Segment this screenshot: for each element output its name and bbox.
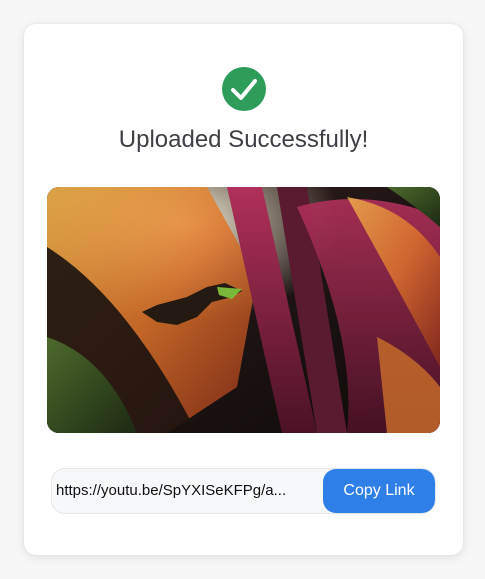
- upload-success-card: Uploaded Successfully! https://youtu.be/…: [24, 24, 463, 555]
- share-link-input[interactable]: [52, 469, 324, 513]
- success-title: Uploaded Successfully!: [118, 126, 369, 153]
- uploaded-image: [47, 187, 440, 433]
- copy-link-button[interactable]: Copy Link: [323, 469, 435, 513]
- check-circle-icon: [222, 67, 266, 111]
- share-link-row: Copy Link: [51, 468, 436, 514]
